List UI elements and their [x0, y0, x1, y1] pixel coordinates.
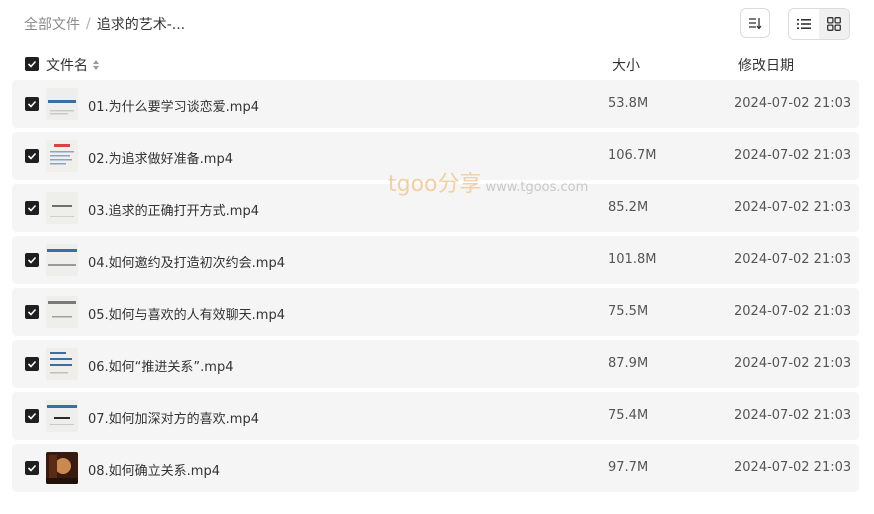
row-checkbox[interactable] [25, 201, 39, 215]
video-thumbnail [46, 88, 78, 120]
column-header-name-label: 文件名 [46, 58, 88, 74]
video-thumbnail [46, 452, 78, 484]
file-date: 2024-07-02 21:03 [734, 304, 852, 319]
file-name[interactable]: 05.如何与喜欢的人有效聊天.mp4 [88, 304, 285, 323]
row-checkbox[interactable] [25, 305, 39, 319]
grid-view-icon [827, 17, 841, 31]
video-thumbnail [46, 244, 78, 276]
video-thumbnail [46, 400, 78, 432]
check-icon [27, 100, 37, 108]
file-size: 101.8M [608, 252, 657, 267]
check-icon [27, 60, 37, 68]
file-date: 2024-07-02 21:03 [734, 460, 852, 475]
row-checkbox[interactable] [25, 253, 39, 267]
video-thumbnail [46, 192, 78, 224]
file-name[interactable]: 02.为追求做好准备.mp4 [88, 148, 233, 167]
column-header-size[interactable]: 大小 [612, 55, 640, 75]
sort-icon [749, 18, 762, 30]
column-header-name[interactable]: 文件名 [46, 55, 100, 75]
video-thumbnail [46, 348, 78, 380]
file-list-header: 文件名 大小 修改日期 [12, 52, 859, 76]
row-checkbox[interactable] [25, 461, 39, 475]
file-name[interactable]: 07.如何加深对方的喜欢.mp4 [88, 408, 259, 427]
breadcrumb: 全部文件 / 追求的艺术-... [24, 14, 185, 34]
list-view-icon [797, 19, 811, 29]
file-date: 2024-07-02 21:03 [734, 408, 852, 423]
sort-button[interactable] [740, 8, 770, 38]
row-checkbox[interactable] [25, 149, 39, 163]
list-view-button[interactable] [789, 9, 819, 39]
select-all-checkbox[interactable] [25, 57, 39, 71]
file-date: 2024-07-02 21:03 [734, 96, 852, 111]
check-icon [27, 464, 37, 472]
column-header-date[interactable]: 修改日期 [738, 55, 794, 75]
file-size: 75.5M [608, 304, 649, 319]
file-row[interactable]: 03.追求的正确打开方式.mp4 85.2M 2024-07-02 21:03 [12, 184, 859, 232]
file-name[interactable]: 03.追求的正确打开方式.mp4 [88, 200, 259, 219]
file-size: 97.7M [608, 460, 649, 475]
check-icon [27, 256, 37, 264]
file-date: 2024-07-02 21:03 [734, 148, 852, 163]
video-thumbnail [46, 296, 78, 328]
file-row[interactable]: 07.如何加深对方的喜欢.mp4 75.4M 2024-07-02 21:03 [12, 392, 859, 440]
file-date: 2024-07-02 21:03 [734, 356, 852, 371]
file-date: 2024-07-02 21:03 [734, 252, 852, 267]
file-row[interactable]: 02.为追求做好准备.mp4 106.7M 2024-07-02 21:03 [12, 132, 859, 180]
file-name[interactable]: 04.如何邀约及打造初次约会.mp4 [88, 252, 285, 271]
file-size: 75.4M [608, 408, 649, 423]
grid-view-button[interactable] [819, 9, 849, 39]
check-icon [27, 308, 37, 316]
check-icon [27, 152, 37, 160]
check-icon [27, 204, 37, 212]
file-size: 106.7M [608, 148, 657, 163]
file-row[interactable]: 08.如何确立关系.mp4 97.7M 2024-07-02 21:03 [12, 444, 859, 492]
file-size: 87.9M [608, 356, 649, 371]
file-date: 2024-07-02 21:03 [734, 200, 852, 215]
file-size: 85.2M [608, 200, 649, 215]
sort-arrows-icon [93, 60, 99, 70]
file-row[interactable]: 04.如何邀约及打造初次约会.mp4 101.8M 2024-07-02 21:… [12, 236, 859, 284]
row-checkbox[interactable] [25, 97, 39, 111]
breadcrumb-separator: / [86, 16, 91, 32]
breadcrumb-root-link[interactable]: 全部文件 [24, 14, 80, 34]
file-row[interactable]: 01.为什么要学习谈恋爱.mp4 53.8M 2024-07-02 21:03 [12, 80, 859, 128]
file-row[interactable]: 05.如何与喜欢的人有效聊天.mp4 75.5M 2024-07-02 21:0… [12, 288, 859, 336]
file-name[interactable]: 06.如何“推进关系”.mp4 [88, 356, 233, 375]
row-checkbox[interactable] [25, 409, 39, 423]
file-row[interactable]: 06.如何“推进关系”.mp4 87.9M 2024-07-02 21:03 [12, 340, 859, 388]
check-icon [27, 412, 37, 420]
file-name[interactable]: 08.如何确立关系.mp4 [88, 460, 220, 479]
check-icon [27, 360, 37, 368]
video-thumbnail [46, 140, 78, 172]
row-checkbox[interactable] [25, 357, 39, 371]
file-size: 53.8M [608, 96, 649, 111]
file-name[interactable]: 01.为什么要学习谈恋爱.mp4 [88, 96, 259, 115]
view-toggle [788, 8, 850, 40]
breadcrumb-current: 追求的艺术-... [96, 17, 186, 33]
